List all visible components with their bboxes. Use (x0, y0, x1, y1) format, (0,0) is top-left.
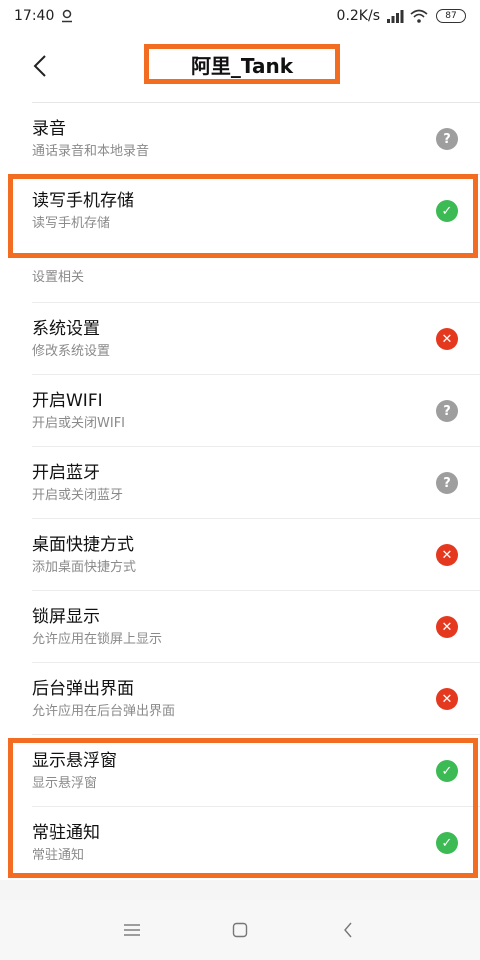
section-header: 设置相关 (0, 247, 480, 303)
permission-row-floating-window[interactable]: 显示悬浮窗 显示悬浮窗 ✓ (0, 735, 480, 807)
row-title: 常驻通知 (32, 823, 100, 843)
row-subtitle: 常驻通知 (32, 848, 85, 863)
denied-icon[interactable]: ✕ (436, 616, 458, 638)
row-subtitle: 开启或关闭蓝牙 (32, 488, 124, 503)
row-title: 桌面快捷方式 (32, 535, 134, 555)
row-texts: 开启WIFI 开启或关闭WIFI (32, 389, 436, 433)
row-title: 显示悬浮窗 (32, 751, 117, 771)
permission-row-lockscreen[interactable]: 锁屏显示 允许应用在锁屏上显示 ✕ (0, 591, 480, 663)
square-icon (232, 922, 248, 938)
permission-row-shortcut[interactable]: 桌面快捷方式 添加桌面快捷方式 ✕ (0, 519, 480, 591)
row-subtitle: 读写手机存储 (32, 216, 111, 231)
row-subtitle: 修改系统设置 (32, 344, 111, 359)
chevron-left-icon (33, 55, 46, 77)
row-texts: 锁屏显示 允许应用在锁屏上显示 (32, 605, 436, 649)
row-subtitle: 显示悬浮窗 (32, 776, 98, 791)
row-title: 读写手机存储 (32, 191, 134, 211)
check-icon[interactable]: ✓ (436, 832, 458, 854)
wifi-icon (410, 9, 428, 23)
row-subtitle: 通话录音和本地录音 (32, 144, 150, 159)
permission-row-bluetooth[interactable]: 开启蓝牙 开启或关闭蓝牙 ? (0, 447, 480, 519)
nav-menu-button[interactable] (118, 916, 146, 944)
question-icon[interactable]: ? (436, 472, 458, 494)
status-time: 17:40 (14, 8, 55, 24)
row-title: 开启蓝牙 (32, 463, 100, 483)
row-texts: 读写手机存储 读写手机存储 (32, 189, 436, 233)
net-speed: 0.2K/s (336, 8, 380, 24)
status-right: 0.2K/s 87 (337, 8, 466, 24)
question-icon[interactable]: ? (436, 128, 458, 150)
row-texts: 开启蓝牙 开启或关闭蓝牙 (32, 461, 436, 505)
permission-list: 录音 通话录音和本地录音 ? 读写手机存储 读写手机存储 ✓ 设置相关 系统设置… (0, 102, 480, 898)
row-texts: 录音 通话录音和本地录音 (32, 117, 436, 161)
permission-row-storage[interactable]: 读写手机存储 读写手机存储 ✓ (0, 175, 480, 247)
question-icon[interactable]: ? (436, 400, 458, 422)
nav-home-button[interactable] (226, 916, 254, 944)
permission-row-background-popup[interactable]: 后台弹出界面 允许应用在后台弹出界面 ✕ (0, 663, 480, 735)
denied-icon[interactable]: ✕ (436, 544, 458, 566)
menu-icon (124, 924, 140, 936)
row-title: 锁屏显示 (32, 607, 100, 627)
row-subtitle: 添加桌面快捷方式 (32, 560, 137, 575)
permission-row-resident-notification[interactable]: 常驻通知 常驻通知 ✓ (0, 807, 480, 879)
battery-icon: 87 (436, 9, 466, 23)
row-texts: 桌面快捷方式 添加桌面快捷方式 (32, 533, 436, 577)
back-button[interactable] (28, 50, 52, 82)
status-bar: 17:40 0.2K/s 87 (0, 0, 480, 32)
row-title: 录音 (32, 119, 66, 139)
row-subtitle: 允许应用在后台弹出界面 (32, 704, 176, 719)
page-title: 阿里_Tank (144, 44, 340, 84)
row-texts: 系统设置 修改系统设置 (32, 317, 436, 361)
permission-row-recording[interactable]: 录音 通话录音和本地录音 ? (0, 103, 480, 175)
check-icon[interactable]: ✓ (436, 200, 458, 222)
row-subtitle: 允许应用在锁屏上显示 (32, 632, 163, 647)
location-icon (60, 9, 74, 23)
signal-icon (386, 9, 404, 23)
denied-icon[interactable]: ✕ (436, 688, 458, 710)
row-texts: 常驻通知 常驻通知 (32, 821, 436, 865)
permission-row-wifi[interactable]: 开启WIFI 开启或关闭WIFI ? (0, 375, 480, 447)
row-texts: 显示悬浮窗 显示悬浮窗 (32, 749, 436, 793)
denied-icon[interactable]: ✕ (436, 328, 458, 350)
list-footer-spacer (0, 880, 480, 900)
app-header: 阿里_Tank (0, 32, 480, 102)
row-texts: 后台弹出界面 允许应用在后台弹出界面 (32, 677, 436, 721)
nav-back-button[interactable] (334, 916, 362, 944)
status-left: 17:40 (14, 8, 74, 24)
chevron-left-icon (344, 922, 352, 938)
check-icon[interactable]: ✓ (436, 760, 458, 782)
system-nav-bar (0, 900, 480, 960)
row-subtitle: 开启或关闭WIFI (32, 416, 125, 431)
row-title: 系统设置 (32, 319, 100, 339)
row-title: 开启WIFI (32, 391, 103, 411)
permission-row-system-settings[interactable]: 系统设置 修改系统设置 ✕ (0, 303, 480, 375)
battery-level: 87 (445, 11, 457, 21)
row-title: 后台弹出界面 (32, 679, 134, 699)
